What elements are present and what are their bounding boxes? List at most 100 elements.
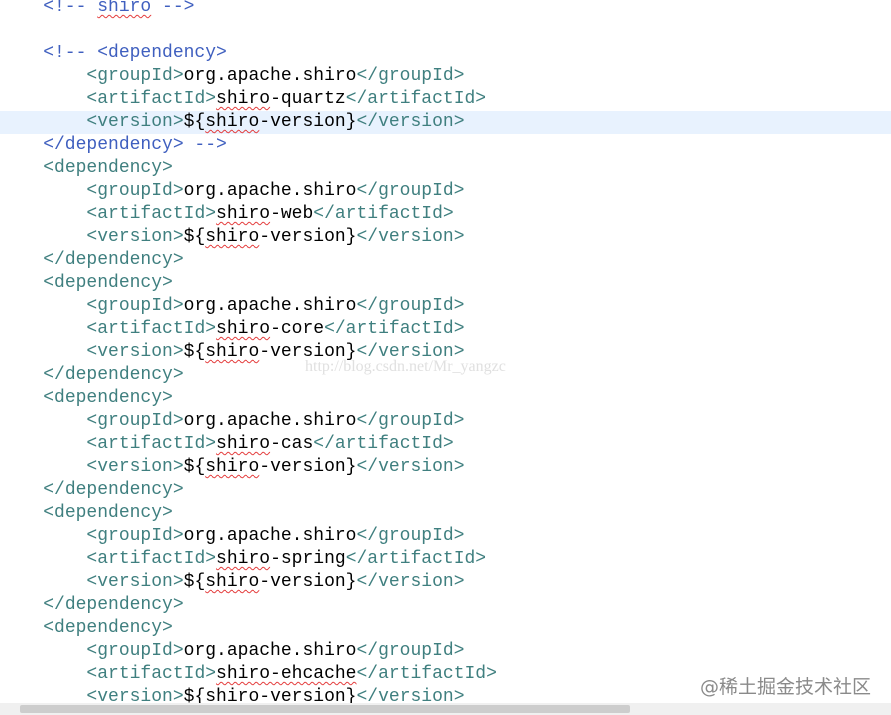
- xml-comment: <!--: [0, 0, 98, 17]
- code-text: shiro: [205, 687, 260, 703]
- xml-tag: <version>: [86, 112, 184, 132]
- code-text: shiro: [205, 342, 260, 362]
- xml-tag: </dependency>: [43, 365, 184, 385]
- horizontal-scrollbar[interactable]: [0, 703, 891, 715]
- xml-tag: <artifactId>: [86, 549, 217, 569]
- code-line[interactable]: <artifactId>shiro-cas</artifactId>: [0, 433, 891, 456]
- code-text: ${: [183, 572, 206, 592]
- xml-tag: </artifactId>: [345, 549, 487, 569]
- xml-tag: <groupId>: [86, 66, 184, 86]
- code-line[interactable]: [0, 19, 891, 42]
- xml-tag: </version>: [356, 227, 465, 247]
- code-text: -cas: [270, 434, 314, 454]
- code-line[interactable]: <artifactId>shiro-web</artifactId>: [0, 203, 891, 226]
- code-text: -quartz: [270, 89, 346, 109]
- code-line[interactable]: <artifactId>shiro-quartz</artifactId>: [0, 88, 891, 111]
- code-text: shiro: [216, 204, 271, 224]
- code-line[interactable]: <groupId>org.apache.shiro</groupId>: [0, 640, 891, 663]
- scrollbar-thumb[interactable]: [20, 705, 630, 713]
- code-line[interactable]: <version>${shiro-version}</version>: [0, 226, 891, 249]
- xml-tag: <dependency>: [43, 503, 173, 523]
- code-text: org.apache.shiro: [183, 411, 357, 431]
- code-line[interactable]: <dependency>: [0, 617, 891, 640]
- code-line[interactable]: <artifactId>shiro-core</artifactId>: [0, 318, 891, 341]
- xml-tag: </version>: [356, 112, 465, 132]
- xml-tag: </artifactId>: [345, 89, 487, 109]
- code-text: org.apache.shiro: [183, 641, 357, 661]
- code-text: -version}: [259, 457, 357, 477]
- code-text: -version}: [259, 227, 357, 247]
- code-line[interactable]: <!-- <dependency>: [0, 42, 891, 65]
- xml-tag: <groupId>: [86, 181, 184, 201]
- xml-tag: <dependency>: [43, 388, 173, 408]
- xml-comment: <!-- <dependency>: [0, 43, 227, 63]
- code-text: shiro: [205, 572, 260, 592]
- xml-tag: <groupId>: [86, 411, 184, 431]
- code-line[interactable]: <groupId>org.apache.shiro</groupId>: [0, 180, 891, 203]
- xml-tag: <artifactId>: [86, 204, 217, 224]
- xml-tag: </groupId>: [356, 641, 465, 661]
- xml-tag: <groupId>: [86, 526, 184, 546]
- code-line-current[interactable]: <version>${shiro-version}</version>: [0, 111, 891, 134]
- code-line[interactable]: </dependency> -->: [0, 134, 891, 157]
- xml-tag: </version>: [356, 457, 465, 477]
- code-line[interactable]: <!-- shiro -->: [0, 0, 891, 19]
- code-line[interactable]: <groupId>org.apache.shiro</groupId>: [0, 295, 891, 318]
- code-line[interactable]: <dependency>: [0, 157, 891, 180]
- code-text: -version}: [259, 572, 357, 592]
- code-line[interactable]: </dependency>: [0, 594, 891, 617]
- code-text: -core: [270, 319, 325, 339]
- xml-tag: <artifactId>: [86, 664, 217, 684]
- code-line[interactable]: </dependency>: [0, 479, 891, 502]
- code-line[interactable]: <version>${shiro-version}</version>: [0, 571, 891, 594]
- code-line[interactable]: <groupId>org.apache.shiro</groupId>: [0, 525, 891, 548]
- code-text: ${: [183, 457, 206, 477]
- code-text: shiro: [205, 112, 260, 132]
- xml-tag: </groupId>: [356, 296, 465, 316]
- code-line[interactable]: <groupId>org.apache.shiro</groupId>: [0, 65, 891, 88]
- xml-tag: </artifactId>: [356, 664, 497, 684]
- code-text: -version}: [259, 112, 357, 132]
- code-text: ${: [183, 227, 206, 247]
- code-line[interactable]: <dependency>: [0, 387, 891, 410]
- code-line[interactable]: <groupId>org.apache.shiro</groupId>: [0, 410, 891, 433]
- code-text: shiro: [216, 89, 271, 109]
- xml-tag: </version>: [356, 687, 465, 703]
- code-text: shiro: [216, 549, 271, 569]
- footer-brand: @稀土掘金技术社区: [699, 672, 871, 699]
- code-line[interactable]: <dependency>: [0, 502, 891, 525]
- code-editor[interactable]: <!-- shiro --> <!-- <dependency> <groupI…: [0, 0, 891, 703]
- code-line[interactable]: <dependency>: [0, 272, 891, 295]
- xml-comment: shiro: [97, 0, 152, 17]
- code-text: -version}: [259, 687, 357, 703]
- code-text: -web: [270, 204, 314, 224]
- watermark-url: http://blog.csdn.net/Mr_yangzc: [305, 358, 506, 375]
- code-line[interactable]: <version>${shiro-version}</version>: [0, 456, 891, 479]
- code-line[interactable]: <artifactId>shiro-spring</artifactId>: [0, 548, 891, 571]
- code-text: shiro: [216, 434, 271, 454]
- code-line[interactable]: </dependency>: [0, 249, 891, 272]
- xml-comment: </dependency> -->: [0, 135, 227, 155]
- xml-tag: </artifactId>: [324, 319, 465, 339]
